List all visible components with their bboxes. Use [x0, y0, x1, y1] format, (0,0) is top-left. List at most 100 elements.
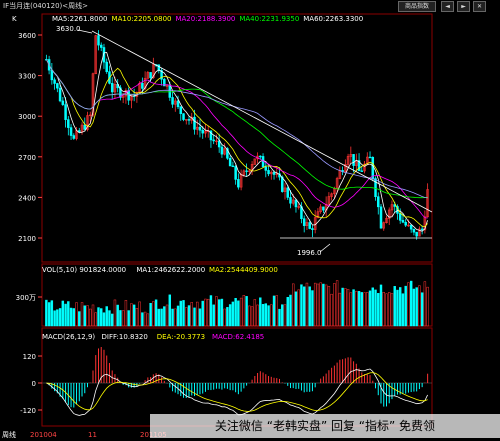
volume-bar [333, 283, 336, 327]
volume-bar [401, 293, 405, 327]
volume-bar [138, 301, 141, 327]
volume-bar [316, 283, 320, 327]
volume-bar [382, 292, 385, 327]
volume-bar [418, 285, 421, 327]
volume-bar [426, 286, 429, 327]
volume-bar [423, 281, 427, 327]
candle-body [412, 228, 416, 233]
volume-bar [124, 300, 128, 327]
volume-bar [185, 307, 188, 327]
volume-bar [168, 294, 172, 327]
candle-body [272, 171, 276, 175]
volume-bar [160, 308, 163, 327]
volume-bar [201, 300, 204, 327]
volume-bar [64, 303, 67, 327]
volume-bar [94, 312, 97, 327]
volume-bar [319, 282, 322, 327]
volume-bar [190, 302, 193, 327]
volume-bar [253, 299, 257, 327]
volume-bar [67, 301, 70, 327]
volume-bar [163, 306, 166, 327]
macd-panel-frame [41, 327, 433, 427]
candle-body [67, 119, 70, 128]
candle-body [110, 83, 114, 93]
volume-bar [176, 305, 180, 327]
volume-bar [193, 307, 196, 327]
volume-bar [281, 304, 284, 327]
volume-bar [165, 304, 169, 327]
candle-body [182, 113, 185, 120]
macd-histogram [48, 347, 429, 408]
volume-bar [171, 308, 174, 327]
volume-bar [338, 292, 342, 327]
volume-bar [267, 305, 270, 327]
volume-bar [116, 304, 119, 327]
candle-body [58, 87, 62, 102]
candle-body [264, 166, 268, 171]
candle-body [64, 104, 67, 120]
volume-bar [113, 299, 117, 327]
volume-bar [409, 280, 413, 327]
volume-bar [239, 297, 243, 327]
volume-bar [78, 311, 81, 327]
volume-bar [371, 287, 374, 327]
volume-bar [363, 292, 366, 327]
ma10-line [46, 59, 428, 228]
volume-bar [349, 292, 353, 327]
volume-bar [377, 293, 380, 327]
macd-header-label: MACD(26,12,9) [42, 333, 95, 341]
price-tick-label: 2400 [18, 194, 36, 202]
candle-body [97, 35, 100, 46]
volume-bar [234, 298, 237, 327]
chart-canvas[interactable]: 3600 3300 3000 2700 2400 2100 K MA5:2261.8000 MA… [0, 0, 500, 441]
volume-bar [245, 296, 248, 327]
volume-bar [215, 296, 218, 327]
macd-header-label: MACD:62.4185 [212, 333, 264, 341]
candle-body [193, 116, 196, 130]
volume-bar [53, 310, 56, 327]
ma20-line [46, 59, 428, 219]
next-arrow-icon[interactable]: ► [457, 1, 470, 12]
watermark-banner: 关注微信 “老韩实盘” 回复 “指标” 免费领 [150, 414, 500, 438]
price-tick-label: 2700 [18, 154, 36, 162]
macd-tick-label: 0 [32, 380, 36, 388]
volume-bar [294, 291, 298, 327]
volume-bar [270, 304, 273, 327]
candle-body [376, 196, 380, 208]
volume-bar [322, 283, 325, 327]
volume-bar [226, 307, 229, 327]
volume-bar [146, 313, 150, 327]
candle-body [259, 155, 262, 158]
candle-body [267, 170, 270, 175]
volume-bar [327, 285, 331, 327]
candle-body [141, 82, 144, 89]
prev-arrow-icon[interactable]: ◄ [441, 1, 454, 12]
price-tick-label: 3300 [18, 73, 36, 81]
volume-bar [313, 282, 317, 327]
volume-bar [204, 298, 207, 327]
candle-body [231, 165, 235, 168]
volume-bar [196, 301, 199, 327]
commodity-index-button[interactable]: 商品指数 [398, 1, 436, 12]
ma-label: MA20:2188.3900 [175, 15, 235, 23]
candle-body [212, 139, 215, 142]
volume-bar [308, 286, 311, 327]
volume-bar [72, 308, 76, 327]
volume-bar [420, 292, 424, 327]
candle-body [61, 100, 65, 105]
volume-bar [152, 301, 155, 327]
volume-bar [228, 304, 232, 327]
close-icon[interactable]: ✕ [473, 1, 486, 12]
volume-bar [346, 289, 350, 327]
candle-body [198, 126, 202, 131]
volume-bar [261, 304, 265, 327]
macd-header-label: DEA:-20.3773 [157, 333, 205, 341]
volume-bar [217, 299, 221, 327]
volume-header-label: VOL(5,10) 901824.0000 [42, 266, 126, 274]
volume-bar [368, 290, 372, 327]
candle-body [179, 106, 183, 114]
candle-body [220, 146, 224, 155]
volume-bar [344, 288, 347, 327]
volume-bar [91, 304, 95, 327]
macd-header-label: DIFF:10.8320 [102, 333, 148, 341]
